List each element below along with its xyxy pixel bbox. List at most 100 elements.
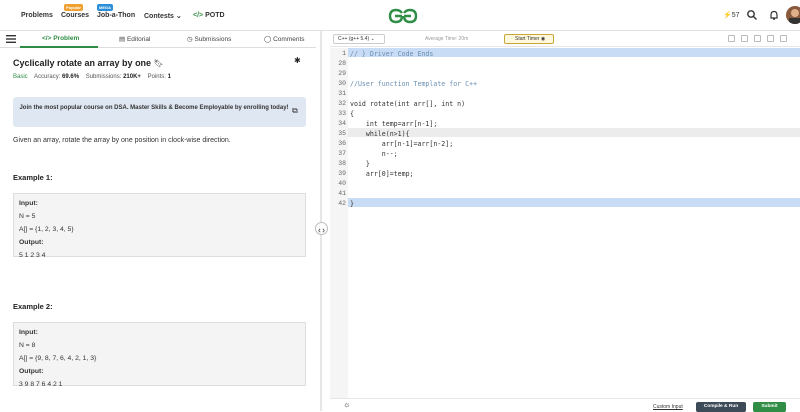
tab-comments[interactable]: ◯ Comments: [264, 35, 305, 43]
tab-editorial-label: Editorial: [126, 36, 151, 43]
example-output-label: Output:: [19, 239, 44, 246]
chevron-down-icon: ⌄: [370, 36, 375, 42]
code-line[interactable]: void rotate(int arr[], int n): [350, 100, 465, 108]
banner-text: Join the most popular course on DSA. Mas…: [19, 105, 289, 111]
tab-problem[interactable]: </> Problem: [42, 35, 79, 42]
code-line[interactable]: {: [350, 110, 354, 118]
code-icon: </>: [193, 12, 204, 19]
example-input-label: Input:: [19, 200, 38, 207]
chevron-down-icon: ⌄: [175, 13, 182, 20]
copy-icon[interactable]: [728, 35, 735, 42]
example-output-label: Output:: [19, 368, 44, 375]
tab-problem-label: Problem: [53, 35, 80, 42]
code-line[interactable]: n--;: [350, 150, 398, 158]
code-icon: </>: [42, 35, 52, 42]
code-line[interactable]: arr[0]=temp;: [350, 170, 414, 178]
bookmark-icon[interactable]: 🔖︎: [154, 59, 164, 68]
line-number: 41: [338, 190, 346, 197]
custom-input-link[interactable]: Custom Input: [653, 404, 683, 410]
line-number: 29: [338, 70, 346, 77]
code-line[interactable]: while(n>1){: [350, 130, 410, 138]
editor-toolbar: C++ (g++ 5.4) ⌄ Average Time: 20m Start …: [330, 31, 800, 47]
code-line[interactable]: }: [350, 200, 354, 208]
line-highlight: [348, 198, 800, 207]
lightning-icon: ⚡: [723, 12, 732, 19]
line-number: 42: [338, 200, 346, 207]
line-number: 34: [338, 120, 346, 127]
problem-tabs: </> Problem ▤ Editorial ◷ Submissions ◯ …: [0, 31, 316, 48]
line-number: 35: [338, 130, 346, 137]
accuracy-label: Accuracy:: [34, 74, 61, 80]
tab-submissions[interactable]: ◷ Submissions: [187, 35, 231, 43]
gfg-logo-icon[interactable]: [387, 7, 419, 25]
code-line[interactable]: // } Driver Code Ends: [350, 50, 433, 58]
nav-problems[interactable]: Problems: [21, 12, 53, 19]
editor-footer: ☼ Custom Input Compile & Run Submit: [330, 398, 800, 412]
line-number: 28: [338, 60, 346, 67]
course-banner[interactable]: Join the most popular course on DSA. Mas…: [13, 97, 306, 127]
line-number: 30: [338, 80, 346, 87]
courses-badge: Popular: [64, 4, 83, 11]
line-number: 31: [338, 90, 346, 97]
panel-divider[interactable]: [320, 31, 322, 411]
lightbulb-icon[interactable]: ☼: [343, 400, 350, 409]
example-input-label: Input:: [19, 329, 38, 336]
line-number: 38: [338, 160, 346, 167]
streak-counter[interactable]: ⚡57: [723, 11, 740, 19]
bug-report-icon[interactable]: ✱: [294, 56, 301, 65]
streak-count: 57: [731, 12, 740, 19]
line-number: 32: [338, 100, 346, 107]
nav-job-a-thon[interactable]: Job-a-Thon: [97, 12, 135, 19]
line-number: 40: [338, 180, 346, 187]
nav-potd-label: POTD: [205, 12, 225, 19]
code-line[interactable]: //User function Template for C++: [350, 80, 477, 88]
drag-handle-icon[interactable]: [315, 222, 328, 235]
comment-icon: ◯: [264, 36, 272, 43]
tab-submissions-label: Submissions: [194, 36, 232, 43]
points-label: Points:: [147, 74, 166, 80]
search-icon[interactable]: [746, 9, 758, 21]
active-line-highlight: [348, 128, 800, 137]
jobathon-badge: MEGA: [97, 4, 113, 11]
submissions-value: 210K+: [123, 74, 141, 80]
example-2-box: Input: N = 8 A[] = {9, 8, 7, 6, 4, 2, 1,…: [13, 322, 306, 388]
top-navbar: Problems Popular Courses MEGA Job-a-Thon…: [0, 0, 800, 31]
points-value: 1: [167, 74, 171, 80]
nav-potd[interactable]: </> POTD: [193, 12, 225, 19]
code-line[interactable]: }: [350, 160, 370, 168]
settings-icon[interactable]: [767, 35, 774, 42]
fullscreen-icon[interactable]: [780, 35, 787, 42]
external-link-icon[interactable]: ⧉: [292, 106, 298, 116]
problem-meta: Basic Accuracy: 69.6% Submissions: 210K+…: [13, 74, 171, 80]
nav-contests-label: Contests: [144, 13, 174, 20]
problem-panel: Cyclically rotate an array by one 🔖︎ ✱ B…: [0, 48, 316, 411]
clock-icon: ◷: [187, 36, 193, 43]
avatar[interactable]: [786, 6, 800, 24]
tab-editorial[interactable]: ▤ Editorial: [119, 35, 150, 43]
save-icon[interactable]: [741, 35, 748, 42]
nav-contests[interactable]: Contests ⌄: [144, 12, 182, 20]
code-line[interactable]: int temp=arr[n-1];: [350, 120, 437, 128]
reset-icon[interactable]: [754, 35, 761, 42]
submissions-label: Submissions:: [85, 74, 122, 80]
tab-comments-label: Comments: [273, 36, 305, 43]
line-number: 33: [338, 110, 346, 117]
example-output: 5 1 2 3 4: [19, 252, 46, 259]
example-n: N = 8: [19, 342, 36, 349]
bell-icon[interactable]: [768, 9, 780, 21]
problem-description: Given an array, rotate the array by one …: [13, 137, 231, 144]
timer-label: Start Timer: [515, 36, 540, 42]
example-1-box: Input: N = 5 A[] = {1, 2, 3, 4, 5} Outpu…: [13, 193, 306, 259]
example-2-title: Example 2:: [13, 302, 53, 311]
example-array: A[] = {9, 8, 7, 6, 4, 2, 1, 3}: [19, 355, 97, 362]
nav-courses[interactable]: Courses: [61, 12, 89, 19]
document-icon: ▤: [119, 36, 126, 43]
code-line[interactable]: arr[n-1]=arr[n-2];: [350, 140, 453, 148]
line-number: 39: [338, 170, 346, 177]
language-select[interactable]: C++ (g++ 5.4) ⌄: [333, 34, 385, 44]
difficulty-badge: Basic: [13, 74, 28, 80]
example-1-title: Example 1:: [13, 173, 53, 182]
line-number: 1: [342, 50, 346, 57]
start-timer-button[interactable]: Start Timer ◉: [504, 34, 554, 44]
timer-icon: ◉: [540, 36, 546, 42]
